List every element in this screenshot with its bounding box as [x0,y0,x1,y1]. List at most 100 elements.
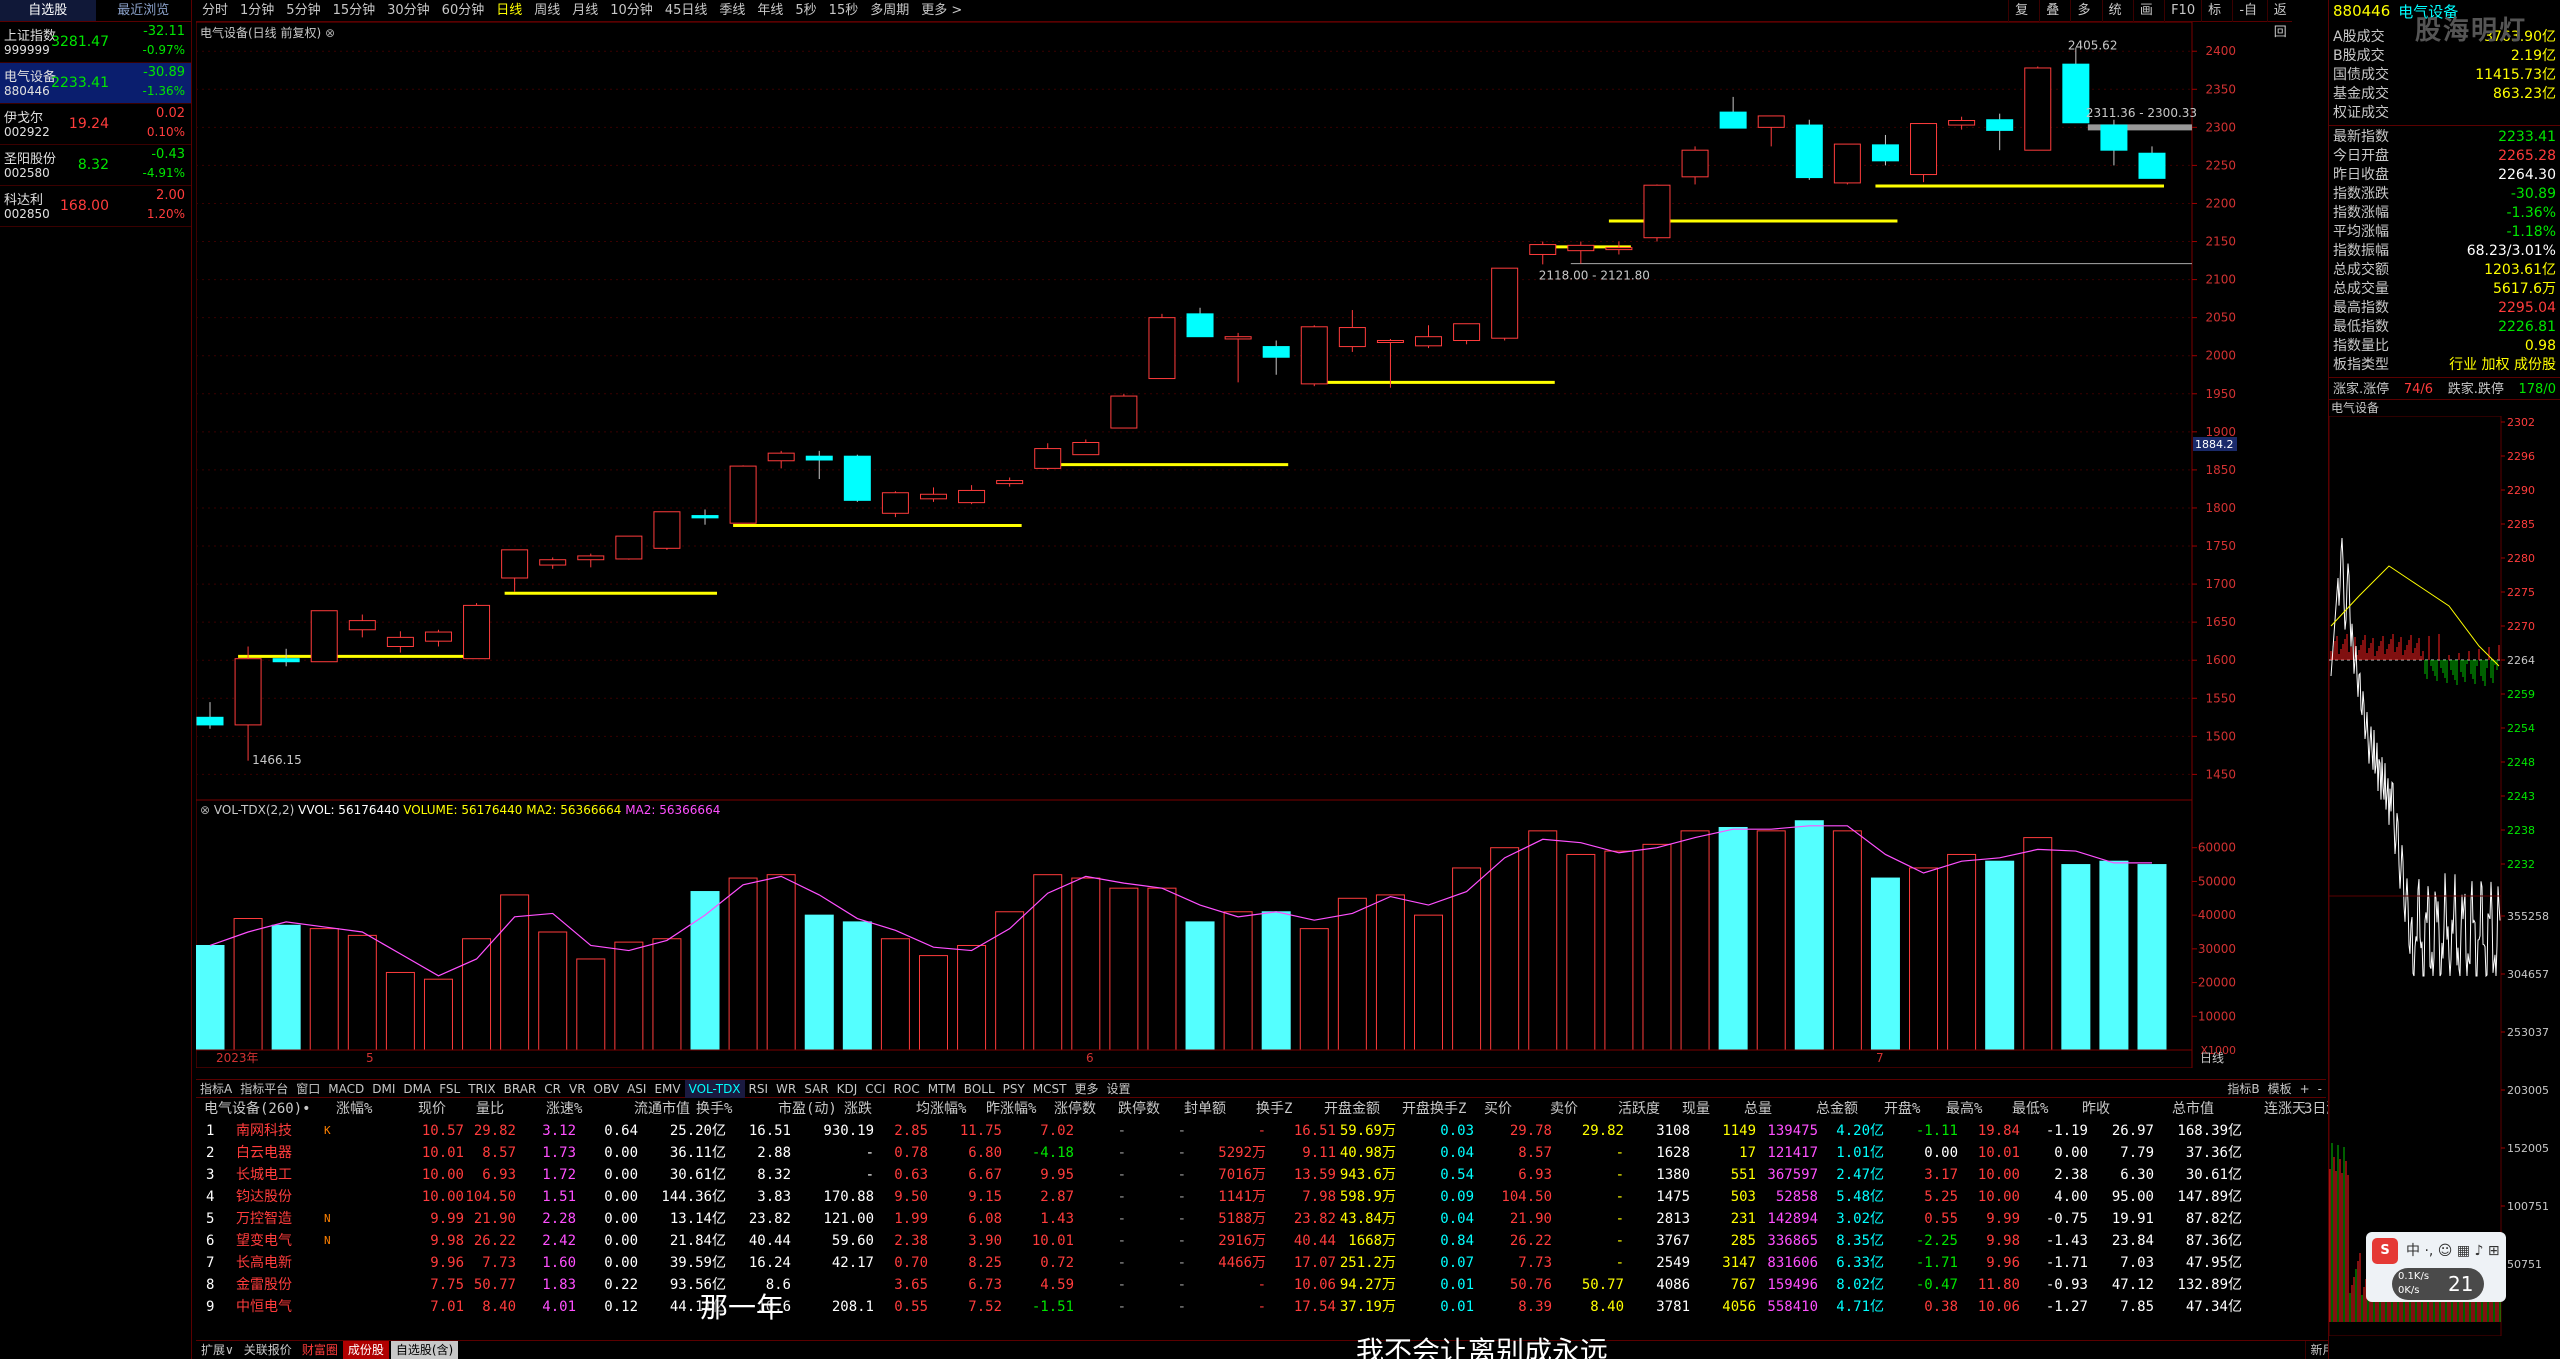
column-header[interactable]: 涨跌 [844,1098,872,1120]
period-tab[interactable]: 5分钟 [280,0,326,22]
period-tab[interactable]: 季线 [713,0,751,22]
indicator-tab[interactable]: ASI [623,1080,650,1098]
stock-name[interactable]: 中恒电气 [236,1296,292,1318]
indicator-tab-right[interactable]: - [2314,1080,2326,1098]
indicator-tab[interactable]: OBV [590,1080,624,1098]
indicator-tab[interactable]: DMA [399,1080,435,1098]
column-header[interactable]: 昨涨幅% [986,1098,1036,1120]
column-header[interactable]: 最高% [1946,1098,1982,1120]
table-row[interactable]: 3 长城电工 10.00 6.93 1.72 0.00 30.61亿 8.32 - 0.63 6.6… [196,1164,2396,1186]
column-header[interactable]: 量比 [476,1098,504,1120]
indicator-tab[interactable]: MCST [1029,1080,1071,1098]
stock-name[interactable]: 长城电工 [236,1164,292,1186]
ime-toolbar[interactable]: S 中 ·, ☺ ▦ ♪ ⊞ 0.1K/s 0K/s 21 [2366,1232,2506,1302]
indicator-tab[interactable]: KDJ [833,1080,862,1098]
column-header[interactable]: 流通市值 [634,1098,690,1120]
indicator-tab[interactable]: MACD [324,1080,368,1098]
stock-name[interactable]: 长高电新 [236,1252,292,1274]
column-header[interactable]: 封单额 [1184,1098,1226,1120]
period-tab[interactable]: 周线 [528,0,566,22]
table-row[interactable]: 9 中恒电气 7.01 8.40 4.01 0.12 44.11亿 10.6 208.1 0.55… [196,1296,2396,1318]
stock-name[interactable]: 钧达股份 [236,1186,292,1208]
column-header[interactable]: 现量 [1682,1098,1710,1120]
stock-name[interactable]: 万控智造 [236,1208,292,1230]
column-header[interactable]: 现价 [418,1098,446,1120]
column-header[interactable]: 换手Z [1256,1098,1292,1120]
kline-chart[interactable]: 2400 2350 2300 2250 2200 2150 2100 2050 2000 1950… [196,22,2274,800]
period-tab[interactable]: 15秒 [823,0,865,22]
column-header[interactable]: 最低% [2012,1098,2048,1120]
column-header[interactable]: 活跃度 [1618,1098,1660,1120]
indicator-tab[interactable]: 设置 [1103,1080,1135,1098]
period-tab[interactable]: 10分钟 [604,0,659,22]
toolbar-button[interactable]: 标记 [2201,0,2232,40]
indicator-tab[interactable]: ROC [890,1080,924,1098]
indicator-tab[interactable]: PSY [999,1080,1029,1098]
period-tab[interactable]: 日线 [490,0,528,22]
table-row[interactable]: 7 长高电新 9.96 7.73 1.60 0.00 39.59亿 16.24 42.17 0.7… [196,1252,2396,1274]
indicator-tab[interactable]: 指标平台 [236,1080,292,1098]
column-header[interactable]: 连涨天 [2264,1098,2306,1120]
period-tab[interactable]: 更多 > [915,0,968,22]
tab-watchlist[interactable]: 自选股 [0,0,96,21]
column-header[interactable]: 卖价 [1550,1098,1578,1120]
watchlist-item[interactable]: 电气设备 880446 2233.41 -30.89 -1.36% [0,63,191,104]
indicator-tab[interactable]: EMV [650,1080,684,1098]
watchlist-item[interactable]: 上证指数 999999 3281.47 -32.11 -0.97% [0,22,191,63]
toolbar-button[interactable]: 复权 [2008,0,2039,40]
column-header[interactable]: 开盘金额 [1324,1098,1380,1120]
bottom-tab[interactable]: 财富圈 [297,1341,343,1359]
indicator-tab-right[interactable]: + [2296,1080,2314,1098]
indicator-tab-right[interactable]: 模板 [2264,1080,2296,1098]
volume-settings-icon[interactable]: ⊗ [200,803,210,817]
indicator-tab[interactable]: 更多 [1071,1080,1103,1098]
stock-name[interactable]: 望变电气 [236,1230,292,1252]
column-header[interactable]: 均涨幅% [916,1098,966,1120]
sogou-icon[interactable]: S [2372,1238,2398,1264]
volume-chart[interactable]: 600005000040000300002000010000X10002023年… [196,800,2274,1068]
tab-constituents[interactable]: 成份股 [342,1341,389,1359]
table-row[interactable]: 2 白云电器 10.01 8.57 1.73 0.00 36.11亿 2.88 - 0.78 6.8… [196,1142,2396,1164]
indicator-tab[interactable]: TRIX [464,1080,499,1098]
column-header[interactable]: 跌停数 [1118,1098,1160,1120]
stock-name[interactable]: 南网科技 [236,1120,292,1142]
bottom-tab[interactable]: 关联报价 [239,1341,297,1359]
table-row[interactable]: 4 钧达股份 10.00 104.50 1.51 0.00 144.36亿 3.83 170.8… [196,1186,2396,1208]
column-header[interactable]: 涨幅% [336,1098,372,1120]
period-tab[interactable]: 30分钟 [381,0,436,22]
indicator-tab-right[interactable]: 指标B [2223,1080,2263,1098]
intraday-mini-chart[interactable]: 2302 2296 2290 2285 2280 2275 2270 2264 2259 2254… [2328,415,2560,1337]
watchlist-item[interactable]: 伊戈尔 002922 19.24 0.02 0.10% [0,104,191,145]
column-header[interactable]: 开盘换手Z [1402,1098,1466,1120]
indicator-tab[interactable]: CCI [861,1080,889,1098]
bottom-tab[interactable]: 扩展∨ [196,1341,239,1359]
table-row[interactable]: 5 万控智造 N 9.99 21.90 2.28 0.00 13.14亿 23.82 121.00… [196,1208,2396,1230]
toolbar-button[interactable]: 叠加 [2039,0,2070,40]
period-tab[interactable]: 15分钟 [327,0,382,22]
column-header[interactable]: 总量 [1744,1098,1772,1120]
column-header[interactable]: 涨停数 [1054,1098,1096,1120]
period-tab[interactable]: 年线 [751,0,789,22]
column-header[interactable]: 电气设备(260)• [204,1098,311,1120]
toolbar-button[interactable]: 统计 [2101,0,2133,40]
indicator-tab[interactable]: 指标A [196,1080,236,1098]
toolbar-button[interactable]: -自选 [2232,0,2266,40]
watchlist-item[interactable]: 圣阳股份 002580 8.32 -0.43 -4.91% [0,145,191,186]
indicator-tab[interactable]: WR [772,1080,800,1098]
indicator-tab[interactable]: SAR [800,1080,832,1098]
toolbar-button[interactable]: 返回 [2266,0,2298,40]
column-header[interactable]: 开盘% [1884,1098,1920,1120]
period-tab[interactable]: 多周期 [864,0,915,22]
table-row[interactable]: 6 望变电气 N 9.98 26.22 2.42 0.00 21.84亿 40.44 59.60 2… [196,1230,2396,1252]
period-tab[interactable]: 60分钟 [436,0,491,22]
indicator-tab[interactable]: FSL [435,1080,464,1098]
period-tab[interactable]: 分时 [196,0,234,22]
toolbar-button[interactable]: F10 [2164,0,2201,22]
period-tab[interactable]: 45日线 [659,0,714,22]
indicator-tab[interactable]: RSI [745,1080,773,1098]
indicator-tab[interactable]: 窗口 [292,1080,324,1098]
table-row[interactable]: 1 南网科技 K 10.57 29.82 3.12 0.64 25.20亿 16.51 930.1… [196,1120,2396,1142]
indicator-tab[interactable]: VOL-TDX [684,1079,745,1098]
tab-recent[interactable]: 最近浏览 [96,0,192,21]
indicator-tab[interactable]: VR [565,1080,590,1098]
